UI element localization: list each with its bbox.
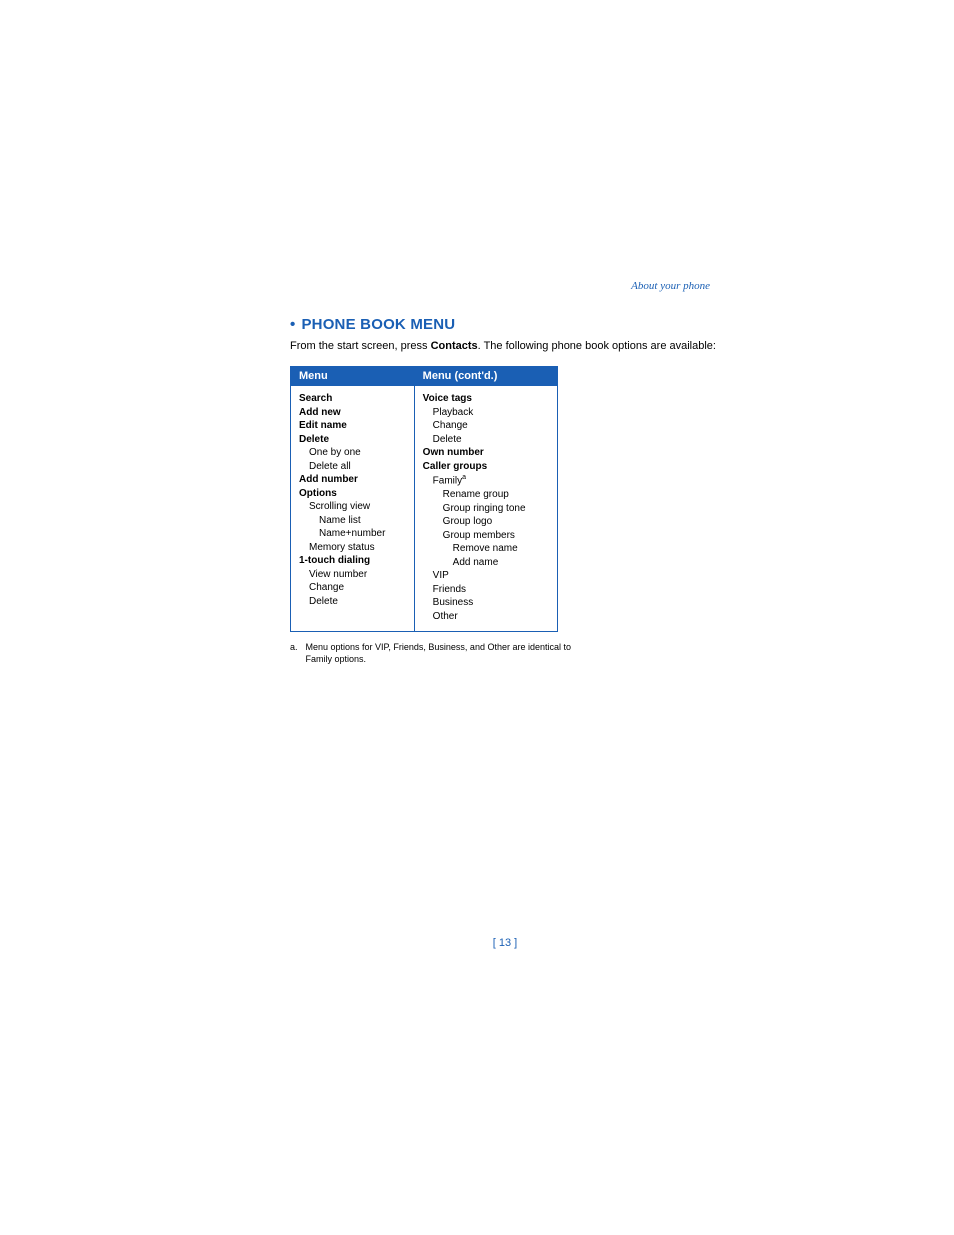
heading-text: PHONE BOOK MENU (301, 316, 455, 333)
menu-item: Options (299, 487, 406, 501)
menu-item: Search (299, 392, 406, 406)
page-content: About your phone • PHONE BOOK MENU From t… (290, 282, 720, 666)
table-cell-col1: SearchAdd newEdit nameDeleteOne by oneDe… (291, 386, 415, 632)
footnote-text: Menu options for VIP, Friends, Business,… (306, 642, 580, 665)
menu-item: Change (423, 419, 549, 433)
intro-paragraph: From the start screen, press Contacts. T… (290, 339, 720, 354)
section-heading: • PHONE BOOK MENU (290, 316, 720, 333)
page-number: [ 13 ] (290, 937, 720, 949)
menu-item: 1-touch dialing (299, 554, 406, 568)
menu-item: Add number (299, 473, 406, 487)
menu-item: Other (423, 610, 549, 624)
menu-item: Delete (423, 433, 549, 447)
menu-item: Familya (423, 473, 549, 488)
menu-item: One by one (299, 446, 406, 460)
menu-item: Add name (423, 556, 549, 570)
table-cell-col2: Voice tagsPlaybackChangeDeleteOwn number… (414, 386, 557, 632)
menu-item: VIP (423, 569, 549, 583)
table-header-col2: Menu (cont'd.) (414, 367, 557, 386)
menu-item: View number (299, 568, 406, 582)
menu-item: Delete (299, 433, 406, 447)
menu-item: Rename group (423, 488, 549, 502)
menu-item: Memory status (299, 541, 406, 555)
menu-item: Add new (299, 406, 406, 420)
menu-item: Caller groups (423, 460, 549, 474)
intro-prefix: From the start screen, press (290, 340, 431, 352)
intro-suffix: . The following phone book options are a… (478, 340, 716, 352)
menu-item: Business (423, 596, 549, 610)
footnote-label: a. (290, 642, 298, 665)
menu-item: Friends (423, 583, 549, 597)
menu-item: Group members (423, 529, 549, 543)
breadcrumb: About your phone (631, 280, 710, 292)
menu-item: Delete all (299, 460, 406, 474)
menu-item: Scrolling view (299, 500, 406, 514)
menu-item: Remove name (423, 542, 549, 556)
menu-item: Group logo (423, 515, 549, 529)
footnote-ref: a (462, 474, 466, 481)
menu-item: Own number (423, 446, 549, 460)
menu-table: Menu Menu (cont'd.) SearchAdd newEdit na… (290, 366, 558, 632)
menu-item: Delete (299, 595, 406, 609)
menu-item: Name+number (299, 527, 406, 541)
intro-bold: Contacts (431, 340, 478, 352)
menu-item: Edit name (299, 419, 406, 433)
menu-item: Playback (423, 406, 549, 420)
menu-item: Name list (299, 514, 406, 528)
table-header-col1: Menu (291, 367, 415, 386)
bullet-icon: • (290, 316, 295, 333)
menu-item: Group ringing tone (423, 502, 549, 516)
footnote: a. Menu options for VIP, Friends, Busine… (290, 642, 580, 665)
menu-item: Change (299, 581, 406, 595)
menu-item: Voice tags (423, 392, 549, 406)
